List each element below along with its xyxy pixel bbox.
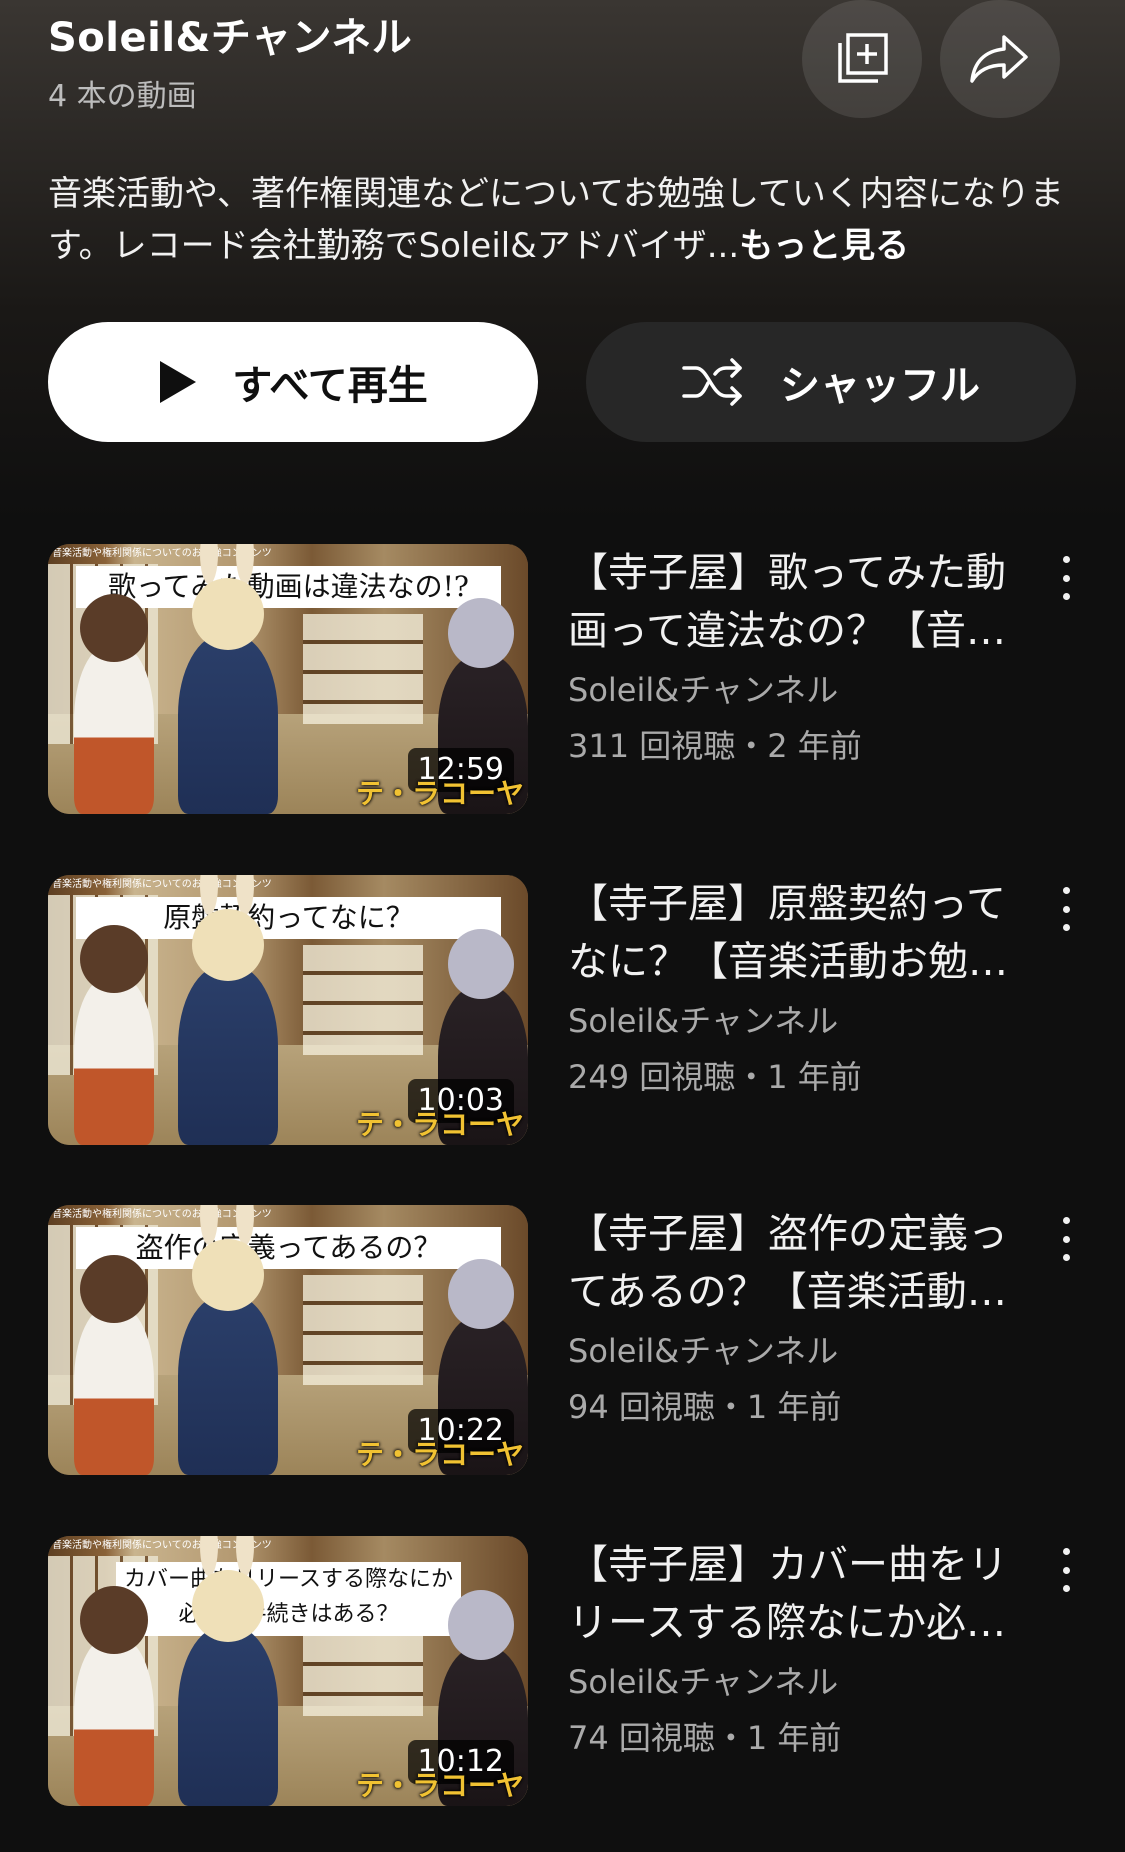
- shuffle-button[interactable]: シャッフル: [586, 322, 1076, 442]
- show-more-link[interactable]: もっと見る: [739, 226, 909, 266]
- thumbnail-brand: テ・ラコーヤ: [355, 1438, 524, 1471]
- character-figure: [74, 594, 154, 814]
- video-thumbnail[interactable]: 音楽活動や権利関係についてのお勉強コンテンツ 歌ってみた動画は違法なの!? 12…: [48, 544, 528, 814]
- video-info: 【寺子屋】盗作の定義ってあるの？【音楽活動お勉強コンテンツ】 Soleil&チャ…: [568, 1205, 1018, 1435]
- character-figure: [74, 925, 154, 1145]
- video-item[interactable]: 音楽活動や権利関係についてのお勉強コンテンツ 盗作の定義ってあるの？ 10:22…: [48, 1205, 1088, 1475]
- video-channel: Soleil&チャンネル: [568, 1002, 839, 1040]
- video-channel: Soleil&チャンネル: [568, 1663, 839, 1701]
- thumbnail-caption: 盗作の定義ってあるの？: [76, 1227, 501, 1269]
- video-thumbnail[interactable]: 音楽活動や権利関係についてのお勉強コンテンツ 盗作の定義ってあるの？ 10:22…: [48, 1205, 528, 1475]
- character-figure: [178, 544, 278, 814]
- video-thumbnail[interactable]: 音楽活動や権利関係についてのお勉強コンテンツ 原盤契約ってなに？ 10:03 テ…: [48, 875, 528, 1145]
- video-thumbnail[interactable]: 音楽活動や権利関係についてのお勉強コンテンツ カバー曲をリリースする際なにか必要…: [48, 1536, 528, 1806]
- shuffle-label: シャッフル: [780, 363, 980, 409]
- video-title[interactable]: 【寺子屋】盗作の定義ってあるの？【音楽活動お勉強コンテンツ】: [568, 1205, 1018, 1321]
- more-vert-icon[interactable]: [1054, 1217, 1078, 1261]
- playlist-description: 音楽活動や、著作権関連などについてお勉強していく内容になります。レコード会社勤務…: [48, 168, 1078, 272]
- video-info: 【寺子屋】歌ってみた動画って違法なの？【音楽活動お勉強コンテンツ】 Soleil…: [568, 544, 1018, 774]
- video-meta: 94 回視聴・1 年前: [568, 1388, 842, 1426]
- more-vert-icon[interactable]: [1054, 556, 1078, 600]
- video-channel: Soleil&チャンネル: [568, 671, 839, 709]
- thumbnail-caption: 歌ってみた動画は違法なの!?: [76, 566, 501, 608]
- play-icon: [160, 361, 197, 403]
- video-meta: 311 回視聴・2 年前: [568, 727, 862, 765]
- video-channel: Soleil&チャンネル: [568, 1332, 839, 1370]
- video-count: 4 本の動画: [48, 79, 197, 114]
- video-meta: 249 回視聴・1 年前: [568, 1058, 862, 1096]
- playlist-title: Soleil&チャンネル: [48, 15, 413, 61]
- shuffle-icon: [682, 358, 742, 406]
- video-item[interactable]: 音楽活動や権利関係についてのお勉強コンテンツ 原盤契約ってなに？ 10:03 テ…: [48, 875, 1088, 1145]
- description-text: 音楽活動や、著作権関連などについてお勉強していく内容になります。レコード会社勤務…: [48, 174, 1064, 266]
- playlist-header: Soleil&チャンネル 4 本の動画: [48, 14, 788, 116]
- thumbnail-brand: テ・ラコーヤ: [355, 1769, 524, 1802]
- character-figure: [178, 1536, 278, 1806]
- add-to-library-icon: [838, 33, 888, 83]
- character-figure: [178, 875, 278, 1145]
- video-info: 【寺子屋】原盤契約ってなに？【音楽活動お勉強コンテンツ】 Soleil&チャンネ…: [568, 875, 1018, 1105]
- save-to-library-button[interactable]: [802, 0, 922, 118]
- video-meta: 74 回視聴・1 年前: [568, 1719, 842, 1757]
- character-figure: [74, 1586, 154, 1806]
- video-item[interactable]: 音楽活動や権利関係についてのお勉強コンテンツ カバー曲をリリースする際なにか必要…: [48, 1536, 1088, 1806]
- more-vert-icon[interactable]: [1054, 1548, 1078, 1592]
- video-title[interactable]: 【寺子屋】歌ってみた動画って違法なの？【音楽活動お勉強コンテンツ】: [568, 544, 1018, 660]
- play-all-button[interactable]: すべて再生: [48, 322, 538, 442]
- play-all-label: すべて再生: [232, 363, 428, 409]
- video-title[interactable]: 【寺子屋】原盤契約ってなに？【音楽活動お勉強コンテンツ】: [568, 875, 1018, 991]
- more-vert-icon[interactable]: [1054, 887, 1078, 931]
- thumbnail-caption: カバー曲をリリースする際なにか必要な手続きはある？: [116, 1562, 461, 1636]
- video-title[interactable]: 【寺子屋】カバー曲をリリースする際なにか必要な手続きはある？: [568, 1536, 1018, 1652]
- video-info: 【寺子屋】カバー曲をリリースする際なにか必要な手続きはある？ Soleil&チャ…: [568, 1536, 1018, 1766]
- share-icon: [970, 35, 1028, 83]
- thumbnail-caption: 原盤契約ってなに？: [76, 897, 501, 939]
- character-figure: [74, 1255, 154, 1475]
- thumbnail-brand: テ・ラコーヤ: [355, 1108, 524, 1141]
- share-button[interactable]: [940, 0, 1060, 118]
- video-item[interactable]: 音楽活動や権利関係についてのお勉強コンテンツ 歌ってみた動画は違法なの!? 12…: [48, 544, 1088, 814]
- character-figure: [178, 1205, 278, 1475]
- thumbnail-brand: テ・ラコーヤ: [355, 777, 524, 810]
